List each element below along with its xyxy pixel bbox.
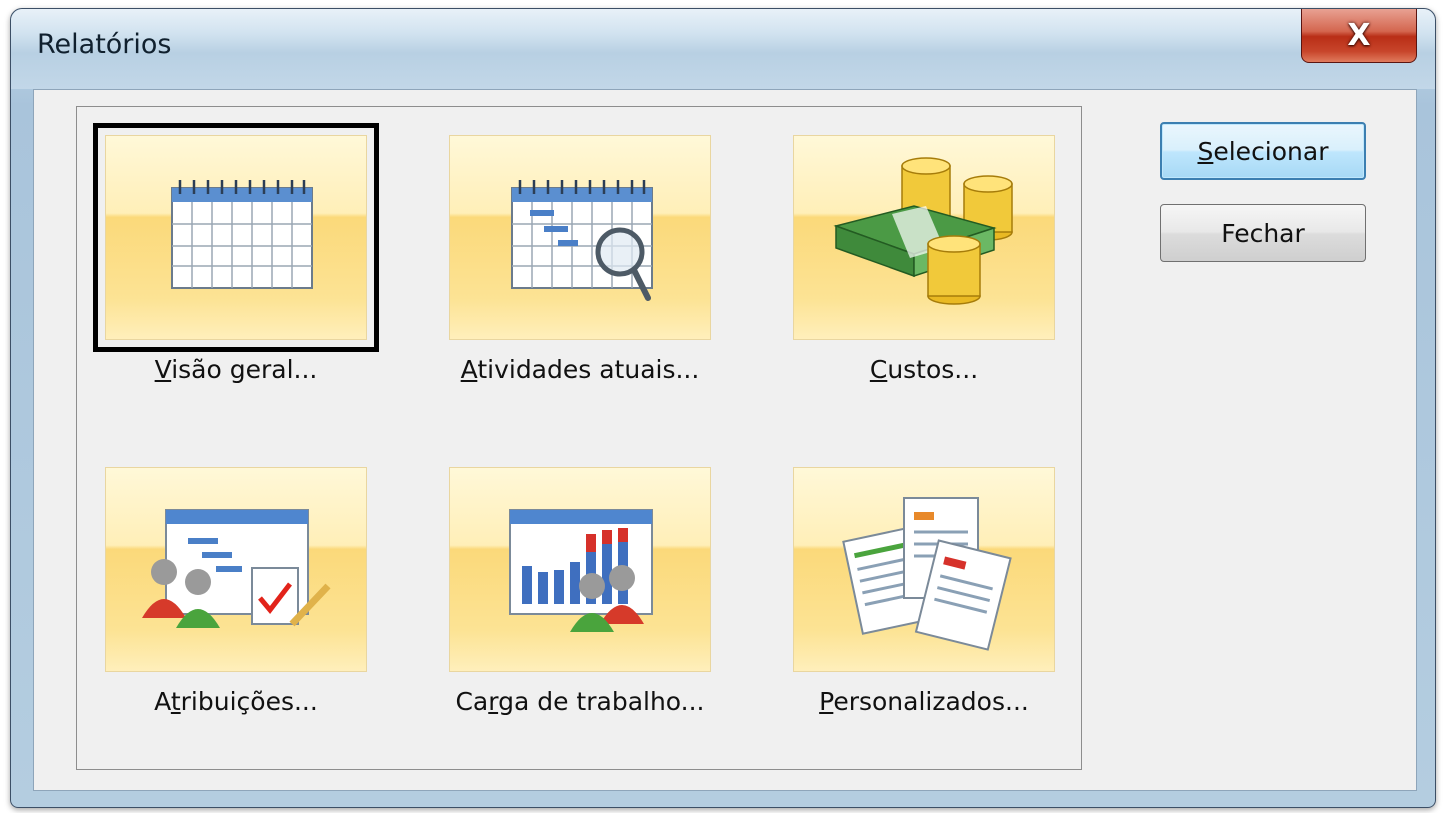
money-coins-icon (793, 135, 1055, 340)
report-label-custos: Custos... (869, 355, 979, 384)
calendar-icon (105, 135, 367, 340)
workload-chart-icon (449, 467, 711, 672)
select-button[interactable]: Selecionar (1160, 122, 1366, 180)
documents-icon (793, 467, 1055, 672)
title-bar[interactable]: Relatórios X (11, 9, 1435, 89)
report-label-carga-de-trabalho: Carga de trabalho... (455, 687, 705, 716)
report-label-atribuicoes: Atribuições... (154, 687, 318, 716)
dialog-title: Relatórios (37, 29, 172, 60)
calendar-search-icon (449, 135, 711, 340)
close-window-button[interactable]: X (1301, 9, 1417, 63)
report-label-atividades-atuais: Atividades atuais... (460, 355, 700, 384)
close-icon: X (1347, 18, 1371, 53)
dialog-body: Visão geral... Atividades atuais... Cust… (33, 89, 1417, 791)
report-label-personalizados: Personalizados... (819, 687, 1029, 716)
close-button[interactable]: Fechar (1160, 204, 1366, 262)
report-categories-panel: Visão geral... Atividades atuais... Cust… (76, 106, 1082, 770)
reports-dialog: Relatórios X Visão geral... Atividades a… (10, 8, 1436, 808)
report-label-visao-geral: Visão geral... (154, 355, 318, 384)
people-tasks-icon (105, 467, 367, 672)
